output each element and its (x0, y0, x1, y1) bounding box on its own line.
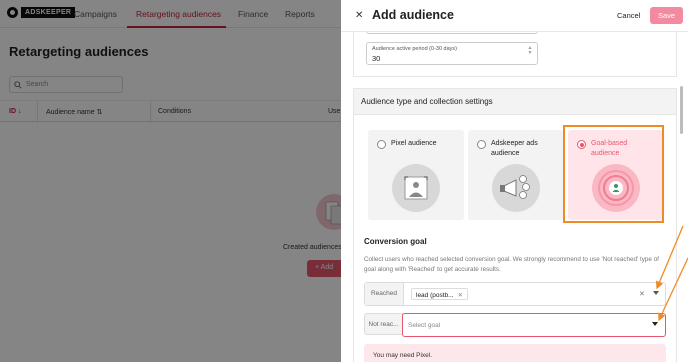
chip-remove-icon[interactable]: ✕ (458, 292, 463, 299)
annotation-highlight-box (563, 125, 664, 223)
option-adskeeper-ads-audience[interactable]: Adskeeper ads audience (468, 130, 564, 220)
clear-icon[interactable]: ✕ (639, 290, 645, 298)
chevron-down-icon[interactable]: ▼ (527, 51, 533, 56)
option-label: Pixel audience (391, 140, 437, 147)
option-pixel-audience[interactable]: Pixel audience (368, 130, 464, 220)
not-reached-goal-field[interactable]: Select goal (402, 313, 666, 337)
selected-goal-chip: lead (postb... ✕ (411, 288, 469, 300)
chevron-down-icon[interactable] (652, 322, 658, 326)
section-title: Audience type and collection settings (361, 97, 493, 106)
pixel-warning: You may need Pixel. (364, 344, 666, 362)
audience-period-label: Audience active period (0-30 days) (372, 46, 457, 52)
chevron-down-icon[interactable] (653, 291, 659, 295)
conversion-goal-description: Collect users who reached selected conve… (364, 256, 659, 273)
scrollbar[interactable] (680, 86, 683, 134)
reached-label: Reached (365, 283, 404, 305)
conversion-goal-title: Conversion goal (364, 237, 427, 246)
radio-button[interactable] (377, 140, 386, 149)
drawer-title: Add audience (372, 8, 454, 22)
drawer-header: ✕ Add audience Cancel Save (341, 0, 688, 32)
option-label: Adskeeper ads audience (491, 140, 538, 157)
save-button[interactable]: Save (650, 7, 683, 24)
radio-button[interactable] (477, 140, 486, 149)
cancel-button[interactable]: Cancel (617, 11, 640, 20)
period-stepper[interactable]: ▲ ▼ (527, 46, 533, 56)
section-header: Audience type and collection settings (354, 89, 676, 115)
image-frame-icon (392, 164, 440, 212)
reached-goal-select[interactable]: Reached lead (postb... ✕ ✕ (364, 282, 666, 306)
chip-label: lead (postb... (416, 292, 454, 299)
megaphone-icon (492, 164, 540, 212)
select-goal-placeholder: Select goal (408, 322, 441, 329)
period-card: Audience active period (0-30 days) 30 ▲ … (353, 28, 677, 77)
audience-period-field[interactable]: Audience active period (0-30 days) 30 ▲ … (366, 42, 538, 65)
not-reached-goal-select[interactable]: Not reac... Select goal (364, 313, 666, 337)
pixel-warning-text: You may need Pixel. (373, 352, 433, 359)
audience-period-value: 30 (372, 54, 381, 63)
close-icon[interactable]: ✕ (355, 10, 363, 21)
not-reached-label: Not reac... (364, 313, 403, 335)
